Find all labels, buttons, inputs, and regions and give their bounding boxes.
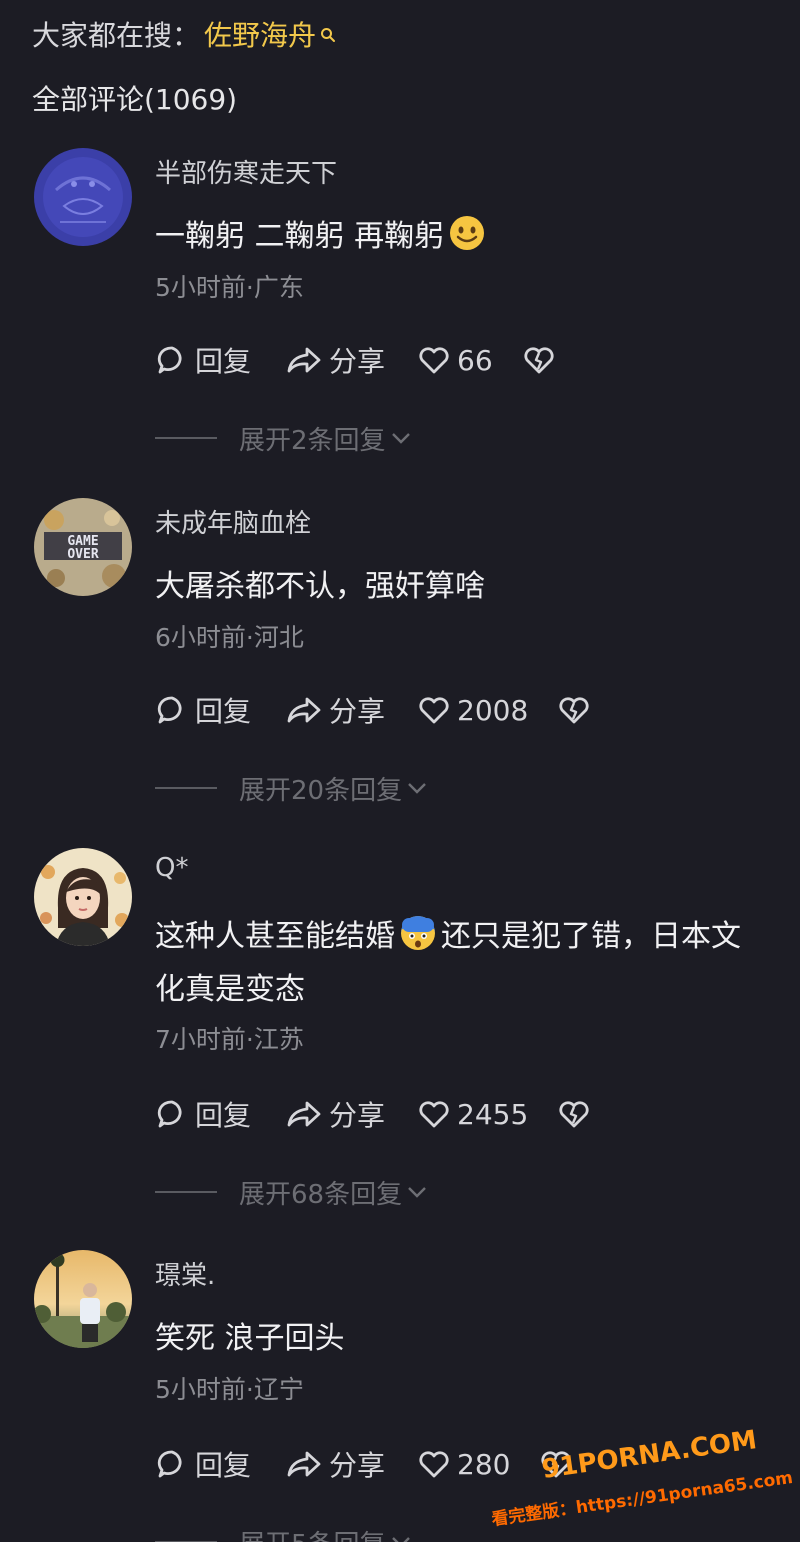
comment-meta: 5小时前·辽宁 xyxy=(155,1375,304,1404)
reply-icon xyxy=(157,346,182,374)
like-button[interactable]: 66 xyxy=(417,340,493,380)
comment-text: 大屠杀都不认，强奸算啥 xyxy=(155,560,765,613)
heart-icon xyxy=(419,1451,449,1478)
like-button[interactable]: 2455 xyxy=(417,1094,528,1134)
reply-label: 回复 xyxy=(195,345,252,378)
comment-username[interactable]: Q* xyxy=(155,853,188,883)
comment-meta: 7小时前·江苏 xyxy=(155,1025,304,1054)
reply-button[interactable]: 回复 xyxy=(155,690,285,730)
dislike-button[interactable] xyxy=(558,690,590,730)
avatar[interactable] xyxy=(34,1250,132,1348)
comment-username[interactable]: 璟棠. xyxy=(155,1255,215,1292)
like-count: 2455 xyxy=(457,1097,529,1131)
share-icon xyxy=(287,1451,321,1477)
comment-meta: 5小时前·广东 xyxy=(155,273,304,302)
broken-heart-icon xyxy=(559,1101,589,1128)
reply-icon xyxy=(157,696,182,724)
chevron-down-icon xyxy=(391,433,410,444)
divider-line xyxy=(155,1191,217,1193)
svg-text:OVER: OVER xyxy=(67,547,98,562)
expand-replies-label: 展开68条回复 xyxy=(239,1179,403,1210)
expand-replies-label: 展开5条回复 xyxy=(239,1524,386,1542)
comment-username[interactable]: 未成年脑血栓 xyxy=(155,503,311,540)
share-icon xyxy=(287,697,321,723)
trending-search-bar[interactable]: 大家都在搜： 佐野海舟 xyxy=(32,14,336,54)
chevron-down-icon xyxy=(408,1187,426,1198)
comment-actions: 回复 分享 2455 xyxy=(155,1094,590,1134)
avatar[interactable] xyxy=(34,148,132,246)
share-button[interactable]: 分享 xyxy=(285,690,417,730)
dislike-button[interactable] xyxy=(558,1094,590,1134)
comment-actions: 回复 分享 280 xyxy=(155,1444,572,1484)
share-label: 分享 xyxy=(329,345,386,378)
share-label: 分享 xyxy=(329,1449,386,1482)
comment-actions: 回复 分享 2008 xyxy=(155,690,590,730)
heart-icon xyxy=(419,1101,449,1128)
comment-item: Q* 这种人甚至能结婚 还只是犯了错，日本文化真是变态 7小时前·江苏 回复 分… xyxy=(0,848,800,1210)
comment-text-part: 大屠杀都不认，强奸算啥 xyxy=(155,569,485,604)
like-button[interactable]: 280 xyxy=(417,1444,510,1484)
broken-heart-icon xyxy=(524,347,554,374)
share-label: 分享 xyxy=(329,695,386,728)
comment-meta: 6小时前·河北 xyxy=(155,623,304,652)
comment-text: 这种人甚至能结婚 还只是犯了错，日本文化真是变态 xyxy=(155,910,765,1016)
avatar[interactable] xyxy=(34,848,132,946)
search-icon[interactable] xyxy=(320,17,336,42)
like-button[interactable]: 2008 xyxy=(417,690,528,730)
reply-label: 回复 xyxy=(195,1449,252,1482)
divider-line xyxy=(155,437,217,439)
share-label: 分享 xyxy=(329,1099,386,1132)
expand-replies-button[interactable]: 展开5条回复 xyxy=(155,1522,412,1542)
reply-label: 回复 xyxy=(195,695,252,728)
comment-count-title: 全部评论(1069) xyxy=(32,83,238,116)
broken-heart-icon xyxy=(559,697,589,724)
share-button[interactable]: 分享 xyxy=(285,340,417,380)
comment-item: 半部伤寒走天下 一鞠躬 二鞠躬 再鞠躬 5小时前·广东 回复 分享 66 展开2… xyxy=(0,148,800,458)
reply-icon xyxy=(157,1450,182,1478)
share-icon xyxy=(287,347,321,373)
shocked-emoji-icon xyxy=(399,914,437,952)
reply-icon xyxy=(157,1100,182,1128)
reply-button[interactable]: 回复 xyxy=(155,1094,285,1134)
comment-item: GAME OVER 未成年脑血栓 大屠杀都不认，强奸算啥 6小时前·河北 回复 … xyxy=(0,498,800,808)
like-count: 2008 xyxy=(457,693,529,727)
divider-line xyxy=(155,787,217,789)
heart-icon xyxy=(419,347,449,374)
expand-replies-label: 展开20条回复 xyxy=(239,775,403,806)
share-icon xyxy=(287,1101,321,1127)
reply-button[interactable]: 回复 xyxy=(155,1444,285,1484)
comment-text: 一鞠躬 二鞠躬 再鞠躬 xyxy=(155,210,765,263)
smile-emoji-icon xyxy=(448,214,486,252)
comment-text-part: 这种人甚至能结婚 xyxy=(155,919,395,954)
comment-actions: 回复 分享 66 xyxy=(155,340,555,380)
trending-search-term[interactable]: 佐野海舟 xyxy=(204,14,316,54)
reply-label: 回复 xyxy=(195,1099,252,1132)
trending-search-prefix: 大家都在搜： xyxy=(32,19,201,52)
chevron-down-icon xyxy=(408,783,426,794)
comment-text-part: 一鞠躬 二鞠躬 再鞠躬 xyxy=(155,219,445,254)
comment-username[interactable]: 半部伤寒走天下 xyxy=(155,153,337,190)
comment-text-part: 笑死 浪子回头 xyxy=(155,1321,345,1356)
watermark: 91PORNA.COM 看完整版：https://91porna65.com xyxy=(491,1425,795,1532)
chevron-down-icon xyxy=(391,1537,410,1542)
heart-icon xyxy=(419,697,449,724)
share-button[interactable]: 分享 xyxy=(285,1444,417,1484)
expand-replies-button[interactable]: 展开2条回复 xyxy=(155,418,412,458)
expand-replies-button[interactable]: 展开20条回复 xyxy=(155,768,428,808)
expand-replies-label: 展开2条回复 xyxy=(239,425,386,456)
like-count: 66 xyxy=(457,343,493,377)
like-count: 280 xyxy=(457,1447,511,1481)
reply-button[interactable]: 回复 xyxy=(155,340,285,380)
avatar[interactable]: GAME OVER xyxy=(34,498,132,596)
share-button[interactable]: 分享 xyxy=(285,1094,417,1134)
dislike-button[interactable] xyxy=(523,340,555,380)
expand-replies-button[interactable]: 展开68条回复 xyxy=(155,1172,428,1212)
comment-text: 笑死 浪子回头 xyxy=(155,1312,765,1365)
